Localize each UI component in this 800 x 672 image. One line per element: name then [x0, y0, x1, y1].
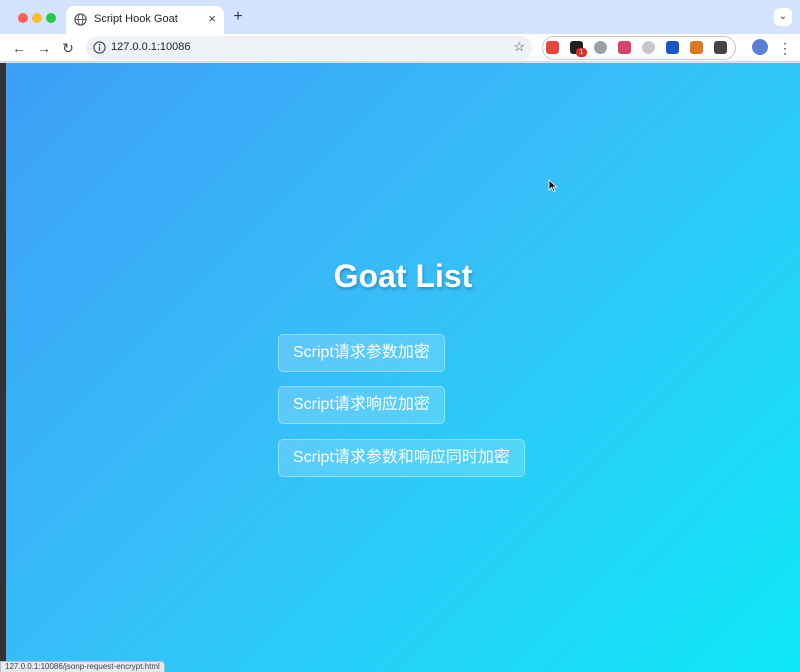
ext-fox-icon[interactable]	[690, 41, 703, 54]
window-maximize-button[interactable]	[46, 13, 56, 23]
tab-close-icon[interactable]: ×	[208, 11, 216, 27]
window-minimize-button[interactable]	[32, 13, 42, 23]
tab-search-button[interactable]: ⌄	[774, 8, 792, 26]
mouse-cursor-icon	[548, 179, 558, 193]
ext-gray-icon[interactable]	[642, 41, 655, 54]
browser-menu-icon[interactable]: ⋮	[778, 38, 792, 58]
new-tab-button[interactable]: +	[230, 8, 246, 26]
page-title: Goat List	[333, 258, 473, 294]
window-close-button[interactable]	[18, 13, 28, 23]
ext-circle-icon[interactable]	[594, 41, 607, 54]
page-viewport: Goat List Script请求参数加密 Script请求响应加密 Scri…	[6, 63, 800, 672]
goat-link-request-param-encrypt[interactable]: Script请求参数加密	[278, 334, 445, 372]
extensions-puzzle-icon[interactable]	[714, 41, 727, 54]
browser-tab[interactable]: Script Hook Goat ×	[66, 6, 224, 34]
goat-link-response-encrypt[interactable]: Script请求响应加密	[278, 386, 445, 424]
back-button[interactable]: ←	[9, 38, 29, 58]
tab-title: Script Hook Goat	[94, 13, 178, 25]
reload-button[interactable]: ↻	[58, 38, 78, 58]
address-url[interactable]: 127.0.0.1:10086	[111, 41, 191, 53]
forward-button[interactable]: →	[34, 38, 54, 58]
globe-icon	[74, 13, 87, 26]
status-bar-url: 127.0.0.1:10086/jsonp-request-encrypt.ht…	[0, 661, 165, 672]
tab-strip: Script Hook Goat × + ⌄	[0, 0, 800, 34]
browser-toolbar: ← → ↻ 127.0.0.1:10086 ☆ 1 ⋮	[0, 34, 800, 62]
profile-avatar[interactable]	[752, 39, 768, 55]
info-icon[interactable]	[93, 41, 106, 54]
ext-red-icon[interactable]	[618, 41, 631, 54]
ext-fe-icon[interactable]	[546, 41, 559, 54]
bookmark-star-icon[interactable]: ☆	[513, 39, 525, 55]
goat-link-param-and-response-encrypt[interactable]: Script请求参数和响应同时加密	[278, 439, 525, 477]
extension-badge: 1	[576, 48, 587, 57]
address-bar[interactable]: 127.0.0.1:10086 ☆	[86, 36, 532, 60]
ext-blue-y-icon[interactable]	[666, 41, 679, 54]
